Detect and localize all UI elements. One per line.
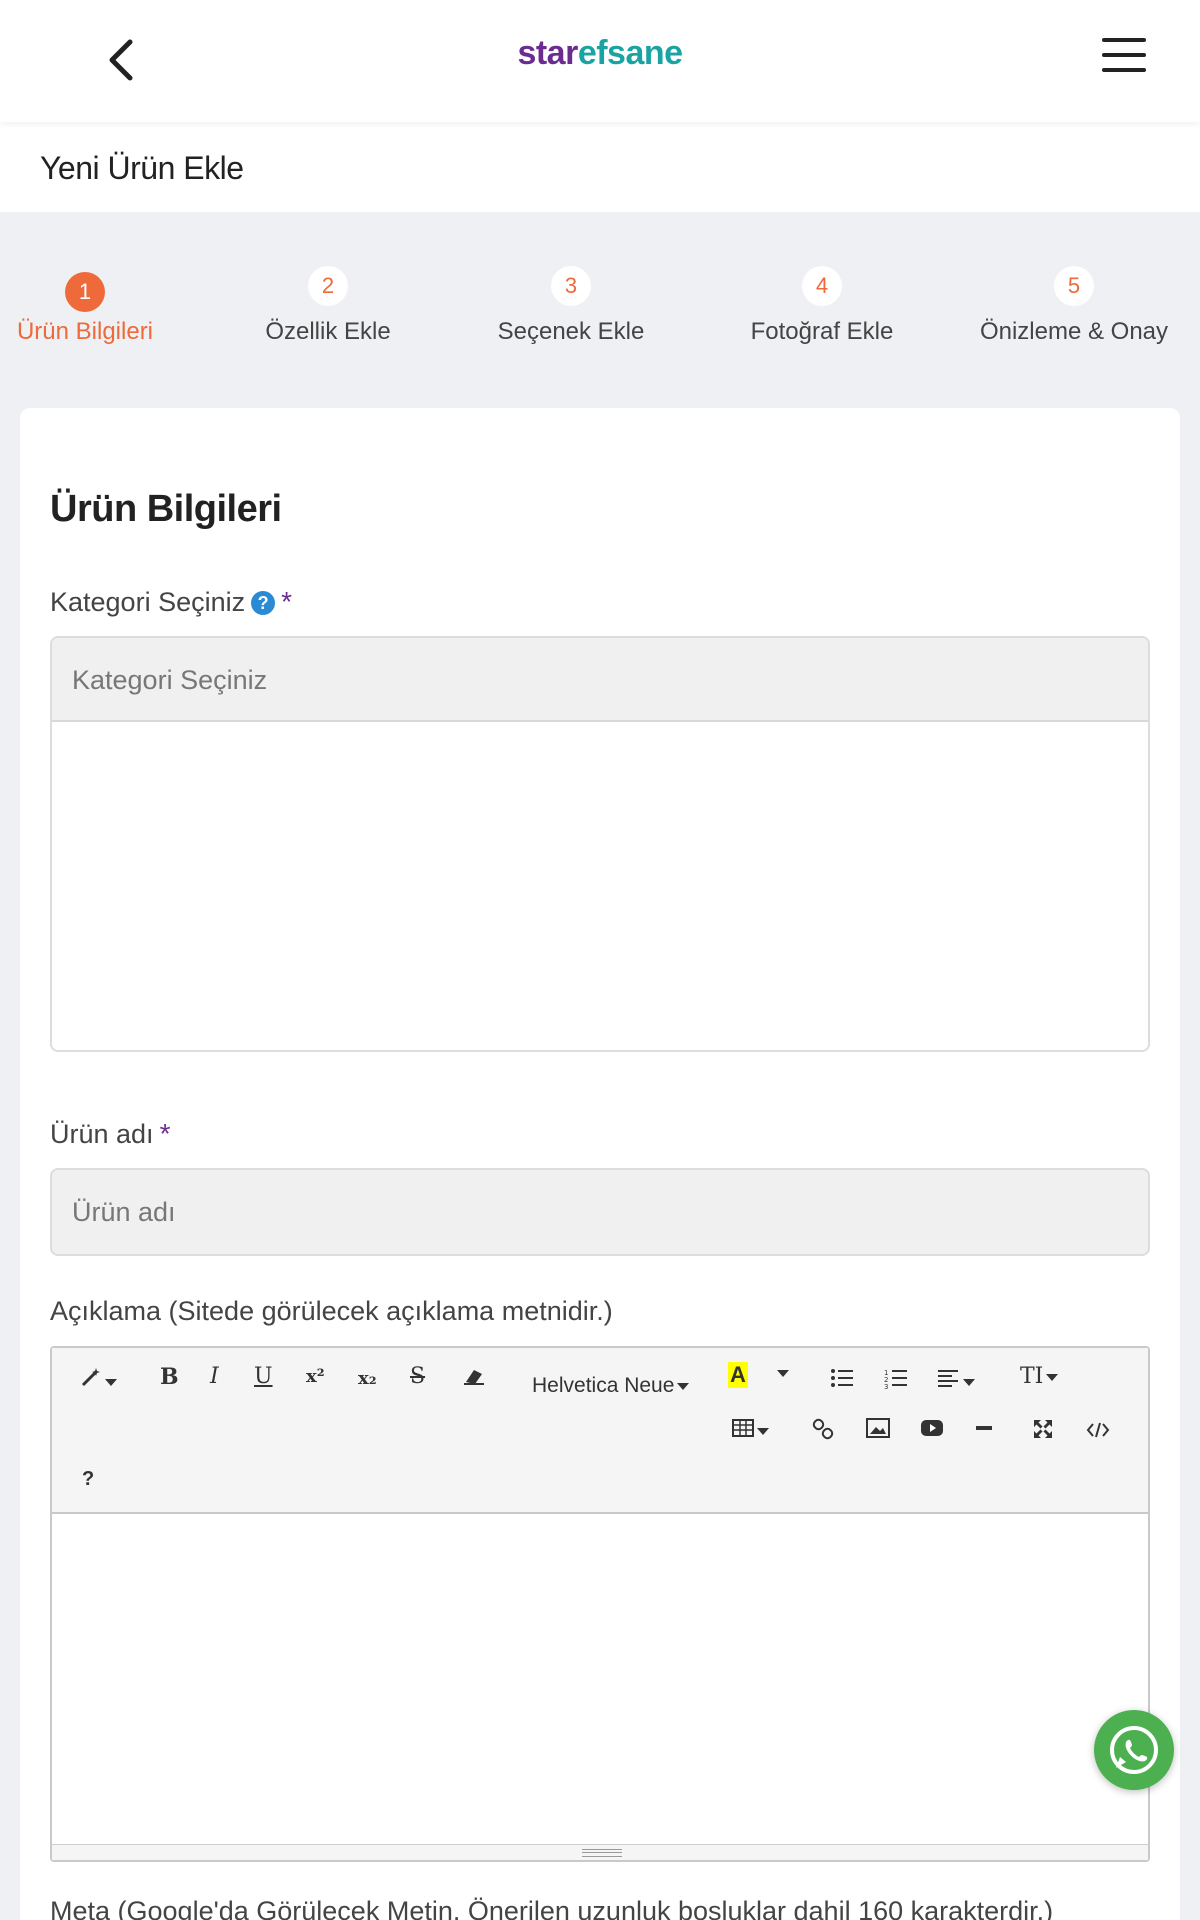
step-onizleme-onay[interactable]: 5 Önizleme & Onay (954, 266, 1194, 346)
eraser-icon (464, 1370, 484, 1385)
bullet-list-icon (831, 1369, 853, 1387)
category-search-input[interactable]: Kategori Seçiniz (52, 638, 1148, 722)
bold-button[interactable]: B (160, 1364, 179, 1390)
step-fotograf-ekle[interactable]: 4 Fotoğraf Ekle (702, 266, 942, 346)
menu-line (1102, 68, 1146, 72)
step-number: 5 (1054, 266, 1094, 306)
table-icon (732, 1419, 754, 1437)
help-icon[interactable]: ? (251, 591, 276, 615)
category-select-box[interactable]: Kategori Seçiniz (50, 636, 1150, 1052)
chevron-down-icon (1046, 1373, 1059, 1381)
editor-toolbar: B I U x² x₂ S Helvetica Neue A 123 TI ? (52, 1348, 1148, 1514)
fullscreen-button[interactable] (1032, 1418, 1054, 1446)
step-urun-bilgileri[interactable]: 1 Ürün Bilgileri (0, 266, 205, 346)
required-asterisk: * (281, 586, 293, 617)
code-icon (1086, 1422, 1110, 1438)
link-icon (812, 1418, 834, 1440)
underline-button[interactable]: U (254, 1364, 273, 1389)
chevron-down-icon (777, 1369, 789, 1377)
italic-button[interactable]: I (210, 1364, 219, 1389)
font-family-value: Helvetica Neue (532, 1374, 675, 1397)
top-navbar: starefsane (0, 0, 1200, 122)
paragraph-align-button[interactable] (938, 1368, 975, 1394)
site-logo[interactable]: starefsane (0, 34, 1200, 73)
step-number: 2 (308, 266, 348, 306)
required-asterisk: * (159, 1118, 171, 1149)
font-family-dropdown[interactable]: Helvetica Neue (532, 1374, 690, 1398)
step-ozellik-ekle[interactable]: 2 Özellik Ekle (208, 266, 448, 346)
chevron-down-icon (757, 1427, 769, 1435)
chevron-down-icon (105, 1378, 117, 1386)
font-color-button[interactable]: A (728, 1362, 748, 1388)
font-size-button[interactable]: TI (1020, 1364, 1059, 1389)
menu-line (1102, 38, 1146, 42)
step-label: Özellik Ekle (265, 318, 391, 345)
editor-help-button[interactable]: ? (82, 1468, 94, 1491)
numbered-list-icon: 123 (884, 1369, 907, 1391)
font-size-glyph: TI (1020, 1364, 1044, 1389)
horizontal-line-icon (976, 1426, 992, 1430)
step-secenek-ekle[interactable]: 3 Seçenek Ekle (451, 266, 691, 346)
page-title-row: Yeni Ürün Ekle (0, 122, 1200, 212)
step-number: 4 (802, 266, 842, 306)
logo-text-efsane: efsane (577, 34, 683, 72)
product-name-input[interactable]: Ürün adı (50, 1168, 1150, 1256)
svg-text:3: 3 (884, 1383, 888, 1390)
step-label: Fotoğraf Ekle (750, 318, 894, 345)
insert-link-button[interactable] (812, 1418, 834, 1446)
horizontal-rule-button[interactable] (974, 1418, 994, 1444)
video-icon (921, 1420, 943, 1436)
table-button[interactable] (732, 1418, 769, 1443)
magic-wand-icon (81, 1368, 100, 1387)
insert-video-button[interactable] (920, 1418, 944, 1444)
description-editor: B I U x² x₂ S Helvetica Neue A 123 TI ? (50, 1346, 1150, 1862)
step-number: 3 (551, 266, 591, 306)
hamburger-menu-button[interactable] (1100, 38, 1148, 78)
code-view-button[interactable] (1086, 1420, 1110, 1446)
menu-line (1102, 53, 1146, 57)
meta-label: Meta (Google'da Görülecek Metin. Önerile… (50, 1896, 1054, 1920)
clear-format-button[interactable] (462, 1366, 486, 1392)
subscript-button[interactable]: x₂ (358, 1368, 377, 1389)
editor-resize-handle[interactable] (52, 1844, 1148, 1860)
chevron-down-icon (677, 1382, 690, 1390)
insert-image-button[interactable] (866, 1418, 890, 1444)
ordered-list-button[interactable]: 123 (884, 1368, 908, 1396)
align-left-icon (938, 1370, 958, 1387)
product-name-label-text: Ürün adı (50, 1119, 154, 1149)
color-dropdown-button[interactable] (774, 1360, 789, 1385)
section-title: Ürün Bilgileri (50, 488, 282, 530)
chevron-down-icon (963, 1378, 975, 1386)
product-name-label: Ürün adı * (50, 1118, 170, 1150)
step-label: Önizleme & Onay (979, 318, 1169, 345)
grip-icon (582, 1849, 622, 1857)
whatsapp-icon (1110, 1726, 1158, 1774)
description-label: Açıklama (Sitede görülecek açıklama metn… (50, 1296, 613, 1326)
image-icon (866, 1418, 890, 1438)
superscript-button[interactable]: x² (306, 1366, 325, 1387)
style-button[interactable] (80, 1366, 117, 1394)
whatsapp-button[interactable] (1094, 1710, 1174, 1790)
expand-icon (1034, 1420, 1052, 1438)
logo-text-star: star (517, 34, 578, 72)
unordered-list-button[interactable] (830, 1368, 854, 1394)
step-label: Seçenek Ekle (497, 318, 645, 345)
category-label-text: Kategori Seçiniz (50, 587, 246, 617)
strikethrough-button[interactable]: S (410, 1364, 425, 1389)
step-number: 1 (65, 272, 105, 312)
page-title: Yeni Ürün Ekle (40, 150, 244, 186)
category-label: Kategori Seçiniz? * (50, 586, 292, 618)
step-label: Ürün Bilgileri (16, 318, 154, 345)
